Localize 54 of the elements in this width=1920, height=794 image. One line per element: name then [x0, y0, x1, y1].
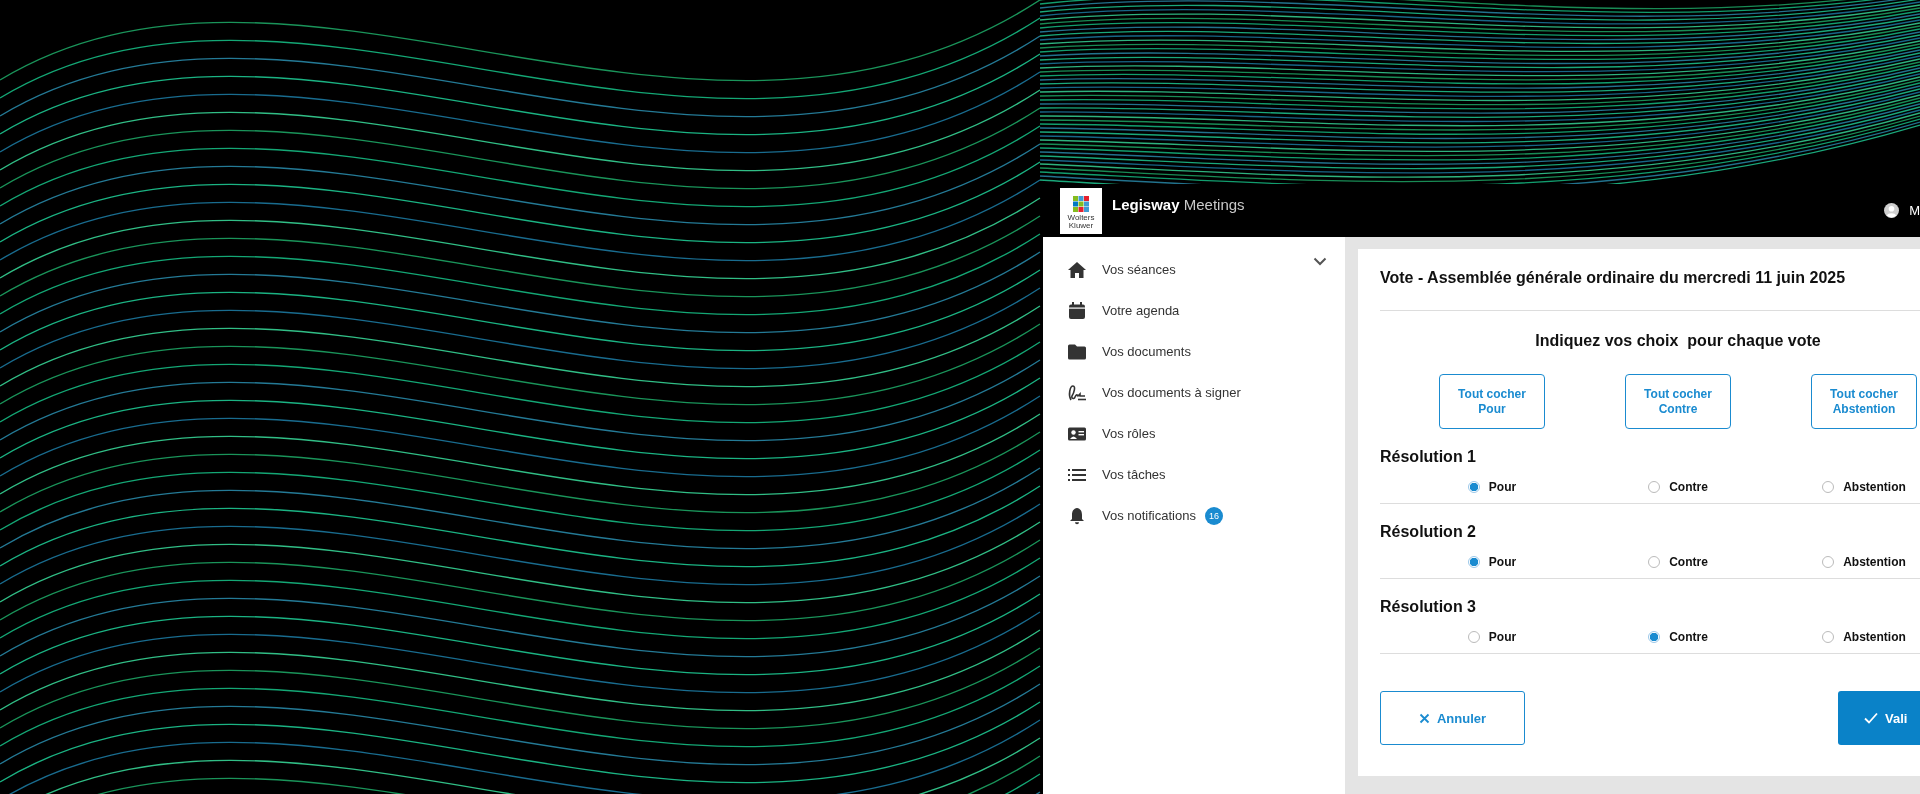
option-label: Pour: [1488, 480, 1517, 494]
signature-icon: [1067, 382, 1087, 403]
page-title: Vote - Assemblée générale ordinaire du mercredi 11 juin 2025: [1380, 267, 1920, 311]
home-icon: [1067, 259, 1087, 280]
sidebar-item[interactable]: Vos documents à signer: [1043, 372, 1345, 413]
sidebar-item-label: Vos documents: [1102, 344, 1191, 359]
app-title: Legisway Meetings: [1112, 196, 1245, 213]
option-label: Contre: [1669, 555, 1708, 569]
resolution-title: Résolution 3: [1380, 597, 1477, 617]
radio-button[interactable]: [1822, 481, 1835, 493]
sidebar-item[interactable]: Vos documents: [1043, 331, 1345, 372]
option-label: Contre: [1669, 480, 1708, 494]
select-all-button[interactable]: Tout cocher Pour: [1439, 374, 1545, 429]
sidebar-item[interactable]: Vos notifications 16: [1043, 495, 1345, 536]
check-icon: [1864, 712, 1878, 724]
radio-button[interactable]: [1648, 631, 1661, 643]
option-label: Abstention: [1843, 480, 1906, 494]
sidebar-item-label: Vos rôles: [1102, 426, 1156, 441]
resolution-title: Résolution 2: [1380, 522, 1477, 542]
select-all-button[interactable]: Tout cocher Abstention: [1811, 374, 1917, 429]
radio-button[interactable]: [1648, 556, 1661, 568]
user-name[interactable]: M: [1909, 203, 1920, 218]
option-label: Abstention: [1843, 555, 1906, 569]
sidebar-item[interactable]: Votre agenda: [1043, 290, 1345, 331]
sidebar-item-label: Vos tâches: [1102, 467, 1166, 482]
close-icon: [1418, 712, 1430, 724]
sidebar-item-label: Vos documents à signer: [1102, 385, 1241, 400]
sidebar-item-label: Vos séances: [1102, 262, 1176, 277]
radio-button[interactable]: [1467, 556, 1480, 568]
count-badge: 16: [1204, 506, 1223, 525]
confirm-button[interactable]: Vali: [1838, 691, 1920, 745]
option-label: Pour: [1488, 555, 1517, 569]
option-label: Abstention: [1843, 630, 1906, 644]
chevron-down-icon[interactable]: [1313, 257, 1327, 266]
sidebar-item-label: Votre agenda: [1102, 303, 1180, 318]
calendar-icon: [1067, 300, 1087, 321]
option-label: Contre: [1669, 630, 1708, 644]
radio-button[interactable]: [1467, 631, 1480, 643]
mosaic-logo-icon: [1071, 193, 1091, 214]
sidebar-item[interactable]: Vos rôles: [1043, 413, 1345, 454]
logo-text: Wolters Kluwer: [1066, 213, 1096, 230]
radio-button[interactable]: [1822, 631, 1835, 643]
sidebar-item-label: Vos notifications: [1102, 508, 1196, 523]
instruction-heading: Indiquez vos choix pour chaque vote: [1534, 331, 1822, 351]
radio-button[interactable]: [1822, 556, 1835, 568]
cancel-button[interactable]: Annuler: [1380, 691, 1525, 745]
sidebar-item[interactable]: Vos tâches: [1043, 454, 1345, 495]
select-all-button[interactable]: Tout cocher Contre: [1625, 374, 1731, 429]
option-label: Pour: [1488, 630, 1517, 644]
resolution-title: Résolution 1: [1380, 447, 1477, 467]
radio-button[interactable]: [1467, 481, 1480, 493]
avatar-icon: [1884, 203, 1900, 218]
radio-button[interactable]: [1648, 481, 1661, 493]
sidebar-item[interactable]: Vos séances: [1043, 249, 1345, 290]
